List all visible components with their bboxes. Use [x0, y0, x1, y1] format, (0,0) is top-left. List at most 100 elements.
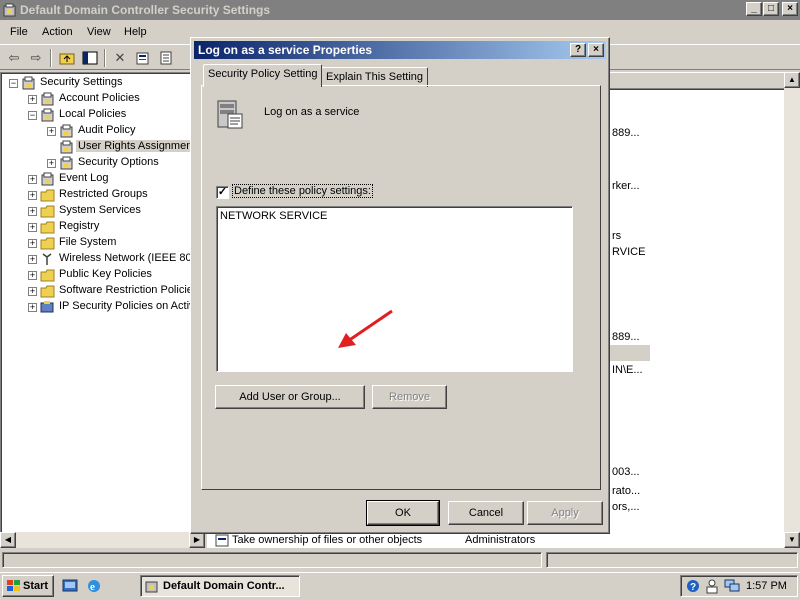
tree-node-label: Restricted Groups	[59, 188, 148, 200]
expand-icon[interactable]: +	[28, 223, 37, 232]
expand-icon[interactable]: +	[28, 95, 37, 104]
status-panel	[2, 552, 542, 568]
svg-text:e: e	[90, 581, 95, 593]
start-button[interactable]: Start	[2, 575, 54, 597]
list-cell: rato...	[612, 485, 641, 497]
minimize-button[interactable]: _	[746, 2, 762, 16]
tree-node-system-services[interactable]: + System Services	[1, 203, 206, 219]
tree-node-security-settings[interactable]: − Security Settings	[1, 75, 206, 91]
tree-node-public-key-policies[interactable]: + Public Key Policies	[1, 267, 206, 283]
tree-horizontal-scrollbar[interactable]: ◀ ▶	[0, 532, 205, 548]
policy-icon	[59, 140, 74, 154]
tree-node-label: Software Restriction Policies	[59, 284, 199, 296]
network-tray-icon[interactable]	[724, 579, 740, 593]
folder-icon	[40, 268, 55, 282]
policy-icon	[215, 534, 229, 547]
list-cell: RVICE	[612, 246, 646, 258]
policy-name-cell[interactable]: Take ownership of files or other objects	[232, 534, 422, 546]
list-cell: rs	[612, 230, 622, 242]
back-icon[interactable]: ⇦	[4, 48, 24, 68]
scroll-up-arrow-icon[interactable]: ▲	[784, 72, 800, 88]
remove-button[interactable]: Remove	[372, 385, 447, 409]
add-user-or-group-button[interactable]: Add User or Group...	[215, 385, 365, 409]
show-hide-tree-icon[interactable]	[80, 48, 100, 68]
help-tray-icon[interactable]: ?	[686, 579, 700, 593]
maximize-button[interactable]: □	[763, 2, 779, 16]
policy-icon	[40, 108, 55, 122]
expand-icon[interactable]: +	[47, 159, 56, 168]
details-vertical-scrollbar[interactable]: ▲ ▼	[784, 72, 800, 548]
dialog-title-bar: Log on as a service Properties ? ×	[194, 41, 606, 59]
windows-logo-icon	[6, 579, 22, 593]
collapse-icon[interactable]: −	[9, 79, 18, 88]
taskbar-item-security-settings[interactable]: Default Domain Contr...	[140, 575, 300, 597]
tab-explain-this-setting[interactable]: Explain This Setting	[321, 67, 429, 87]
tree-node-software-restriction-policies[interactable]: + Software Restriction Policies	[1, 283, 206, 299]
tree-node-label: Security Settings	[40, 76, 123, 88]
tree-node-file-system[interactable]: + File System	[1, 235, 206, 251]
ok-button[interactable]: OK	[366, 500, 440, 526]
tree-node-user-rights-assignment[interactable]: User Rights Assignment	[1, 139, 206, 155]
tree-node-label: Security Options	[78, 156, 159, 168]
expand-icon[interactable]: +	[28, 271, 37, 280]
dialog-close-button[interactable]: ×	[588, 43, 604, 57]
properties-icon[interactable]	[133, 48, 153, 68]
forward-icon[interactable]: ⇨	[26, 48, 46, 68]
policy-server-icon	[214, 98, 246, 130]
policy-icon	[21, 76, 36, 90]
tree-node-audit-policy[interactable]: + Audit Policy	[1, 123, 206, 139]
internet-explorer-icon[interactable]: e	[86, 578, 102, 594]
column-header[interactable]	[607, 72, 800, 90]
tree-node-registry[interactable]: + Registry	[1, 219, 206, 235]
close-button[interactable]: ×	[782, 2, 798, 16]
menu-file[interactable]: File	[10, 26, 28, 38]
expand-icon[interactable]: +	[28, 175, 37, 184]
expand-icon[interactable]: +	[47, 127, 56, 136]
help-button[interactable]: ?	[570, 43, 586, 57]
menu-action[interactable]: Action	[42, 26, 73, 38]
export-list-icon[interactable]	[156, 48, 176, 68]
menu-help[interactable]: Help	[124, 26, 147, 38]
tab-security-policy-setting[interactable]: Security Policy Setting	[203, 64, 323, 87]
scroll-left-arrow-icon[interactable]: ◀	[0, 532, 16, 548]
tree-node-event-log[interactable]: + Event Log	[1, 171, 206, 187]
list-item[interactable]: NETWORK SERVICE	[220, 210, 327, 222]
expand-icon[interactable]: +	[28, 191, 37, 200]
expand-icon[interactable]: +	[28, 207, 37, 216]
menu-view[interactable]: View	[87, 26, 111, 38]
policy-icon	[59, 124, 74, 138]
up-folder-icon[interactable]	[57, 48, 77, 68]
scroll-down-arrow-icon[interactable]: ▼	[784, 532, 800, 548]
selected-row[interactable]	[610, 345, 650, 361]
folder-icon	[40, 204, 55, 218]
dialog-title: Log on as a service Properties	[198, 43, 373, 57]
expand-icon[interactable]: +	[28, 303, 37, 312]
properties-dialog: Log on as a service Properties ? × Secur…	[190, 37, 610, 534]
tree-node-label: Local Policies	[59, 108, 127, 120]
show-desktop-icon[interactable]	[62, 578, 78, 594]
delete-icon[interactable]: ✕	[110, 48, 130, 68]
apply-button[interactable]: Apply	[527, 501, 603, 525]
collapse-icon[interactable]: −	[28, 111, 37, 120]
tree-node-account-policies[interactable]: + Account Policies	[1, 91, 206, 107]
tree-node-local-policies[interactable]: − Local Policies	[1, 107, 206, 123]
expand-icon[interactable]: +	[28, 239, 37, 248]
cancel-button[interactable]: Cancel	[448, 501, 524, 525]
list-cell: 003...	[612, 466, 640, 478]
user-tray-icon[interactable]	[704, 578, 720, 594]
policy-setting-cell: Administrators	[465, 534, 536, 546]
ip-security-icon	[40, 300, 55, 314]
tree-node-label: User Rights Assignment	[76, 140, 198, 152]
tree-node-wireless-network-ieee-802-11[interactable]: + Wireless Network (IEEE 802.11	[1, 251, 212, 267]
expand-icon[interactable]: +	[28, 287, 37, 296]
list-cell: ors,...	[612, 501, 640, 513]
tree-node-label: Registry	[59, 220, 100, 232]
scroll-right-arrow-icon[interactable]: ▶	[189, 532, 205, 548]
define-policy-label[interactable]: Define these policy settings:	[232, 184, 373, 198]
tree-node-security-options[interactable]: + Security Options	[1, 155, 206, 171]
tree-node-ip-security-policies-on-active-d[interactable]: + IP Security Policies on Active D	[1, 299, 212, 315]
expand-icon[interactable]: +	[28, 255, 37, 264]
tree-node-label: Public Key Policies	[59, 268, 152, 280]
tree-node-restricted-groups[interactable]: + Restricted Groups	[1, 187, 206, 203]
define-policy-checkbox[interactable]: ✓	[216, 186, 229, 199]
